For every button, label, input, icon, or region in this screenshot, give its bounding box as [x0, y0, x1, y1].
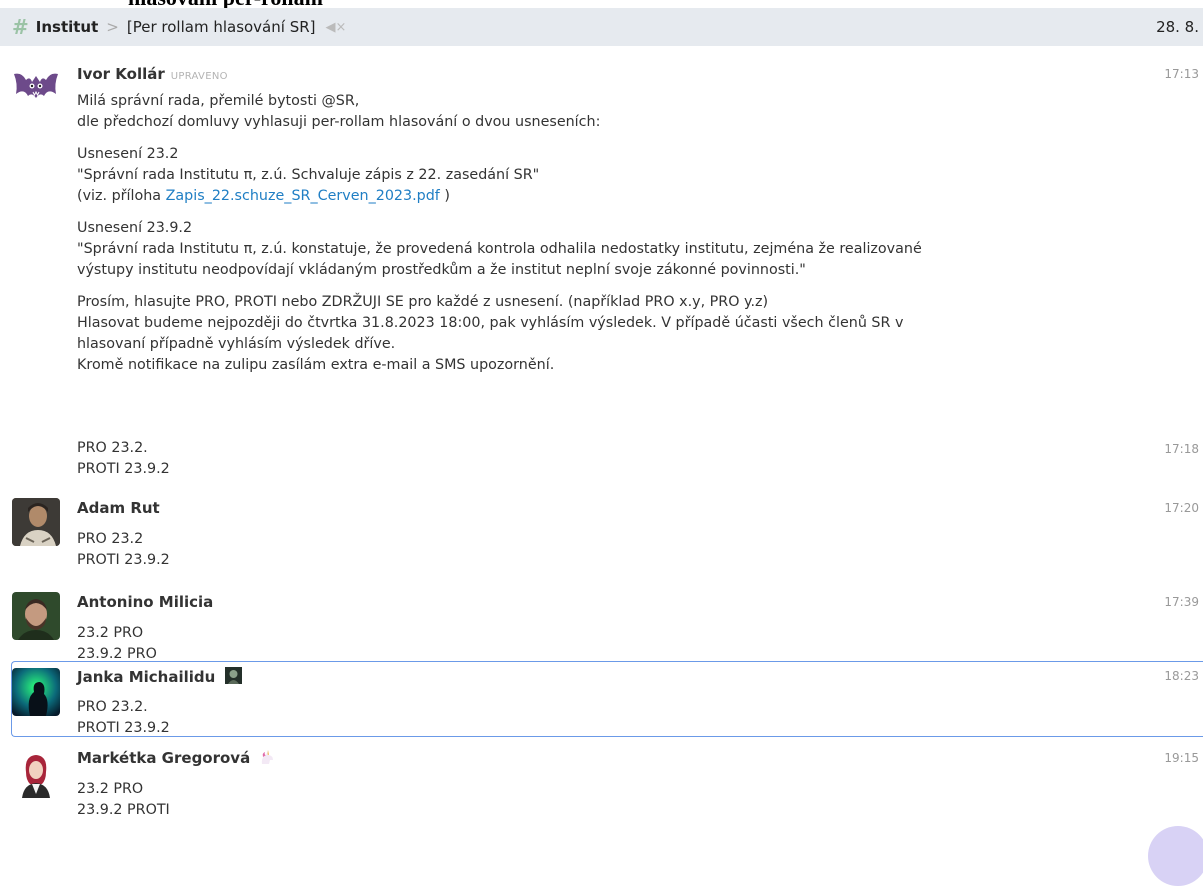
message-content: PRO 23.2. PROTI 23.9.2: [77, 697, 1077, 739]
message-line: 23.2 PRO: [77, 625, 144, 641]
message-line: dle předchozí domluvy vyhlasuji per-roll…: [77, 114, 601, 130]
mute-icon[interactable]: ◀×: [326, 20, 347, 35]
timestamp[interactable]: 17:13: [1164, 67, 1199, 81]
timestamp[interactable]: 17:20: [1164, 501, 1199, 515]
topic-name[interactable]: [Per rollam hlasování SR]: [127, 18, 316, 36]
avatar[interactable]: [12, 668, 60, 716]
message-line: PRO 23.2.: [77, 440, 148, 456]
message-line: "Správní rada Institutu π, z.ú. konstatu…: [77, 241, 922, 257]
timestamp[interactable]: 17:39: [1164, 595, 1199, 609]
message-line: 23.9.2 PROTI: [77, 802, 170, 818]
message-line: Prosím, hlasujte PRO, PROTI nebo ZDRŽUJI…: [77, 294, 769, 310]
avatar[interactable]: [12, 750, 60, 798]
bat-avatar[interactable]: [12, 66, 60, 114]
avatar[interactable]: [12, 592, 60, 640]
timestamp[interactable]: 17:18: [1164, 442, 1199, 456]
message[interactable]: Ivor Kollár UPRAVENO 17:13 Milá správní r…: [0, 60, 1203, 430]
message-line: Milá správní rada, přemilé bytosti @SR,: [77, 93, 360, 109]
message-line: Hlasovat budeme nejpozději do čtvrtka 31…: [77, 315, 904, 331]
message-text: ): [439, 188, 450, 204]
message-line: 23.2 PRO: [77, 781, 144, 797]
message-line: PROTI 23.9.2: [77, 720, 170, 736]
message-line: hlasovaní případně vyhlásím výsledek dří…: [77, 336, 396, 352]
message[interactable]: 17:18 PRO 23.2. PROTI 23.9.2: [0, 438, 1203, 488]
timestamp[interactable]: 19:15: [1164, 751, 1199, 765]
message[interactable]: Janka Michailidu 18:23 PRO 23.2. PROTI 2…: [0, 662, 1203, 736]
message[interactable]: Adam Rut 17:20 PRO 23.2 PROTI 23.9.2: [0, 494, 1203, 574]
message-line: Kromě notifikace na zulipu zasílám extra…: [77, 357, 555, 373]
date-label: 28. 8.: [1156, 18, 1199, 36]
message[interactable]: Markétka Gregorová 19:15 23.2 PRO 23.9.2…: [0, 744, 1203, 852]
sender-name[interactable]: Ivor Kollár: [77, 65, 165, 83]
attachment-link[interactable]: Zapis_22.schuze_SR_Cerven_2023.pdf: [166, 188, 440, 204]
message-line: Usnesení 23.9.2: [77, 220, 193, 236]
sender-name[interactable]: Antonino Milicia: [77, 593, 213, 611]
message-content: 23.2 PRO 23.9.2 PRO: [77, 623, 1077, 665]
unicorn-icon: [259, 749, 275, 769]
message-content: Milá správní rada, přemilé bytosti @SR, …: [77, 91, 1077, 376]
sender-name[interactable]: Markétka Gregorová: [77, 749, 250, 767]
message-line: "Správní rada Institutu π, z.ú. Schvaluj…: [77, 167, 540, 183]
stream-name[interactable]: Institut: [36, 18, 99, 36]
scroll-to-bottom-button[interactable]: [1148, 826, 1203, 886]
message-line: PROTI 23.9.2: [77, 552, 170, 568]
edited-label: UPRAVENO: [170, 71, 228, 82]
custom-emoji-icon: [224, 667, 242, 688]
chevron-right-icon: >: [106, 18, 119, 36]
message-line: výstupy institutu neodpovídají vkládaným…: [77, 262, 806, 278]
sender-name[interactable]: Janka Michailidu: [77, 668, 215, 686]
message-line: PRO 23.2.: [77, 699, 148, 715]
topic-header: # Institut > [Per rollam hlasování SR] ◀…: [0, 8, 1203, 46]
avatar[interactable]: [12, 498, 60, 546]
message-text: (viz. příloha: [77, 188, 166, 204]
message-line: (viz. příloha Zapis_22.schuze_SR_Cerven_…: [77, 186, 1077, 207]
timestamp[interactable]: 18:23: [1164, 669, 1199, 683]
sender-name[interactable]: Adam Rut: [77, 499, 160, 517]
message-line: PROTI 23.9.2: [77, 461, 170, 477]
message-content: PRO 23.2 PROTI 23.9.2: [77, 529, 1077, 571]
message-content: PRO 23.2. PROTI 23.9.2: [77, 438, 1077, 480]
message-content: 23.2 PRO 23.9.2 PROTI: [77, 779, 1077, 821]
message[interactable]: Antonino Milicia 17:39 23.2 PRO 23.9.2 P…: [0, 590, 1203, 662]
message-line: PRO 23.2: [77, 531, 144, 547]
message-line: Usnesení 23.2: [77, 146, 179, 162]
hash-icon[interactable]: #: [12, 15, 29, 39]
